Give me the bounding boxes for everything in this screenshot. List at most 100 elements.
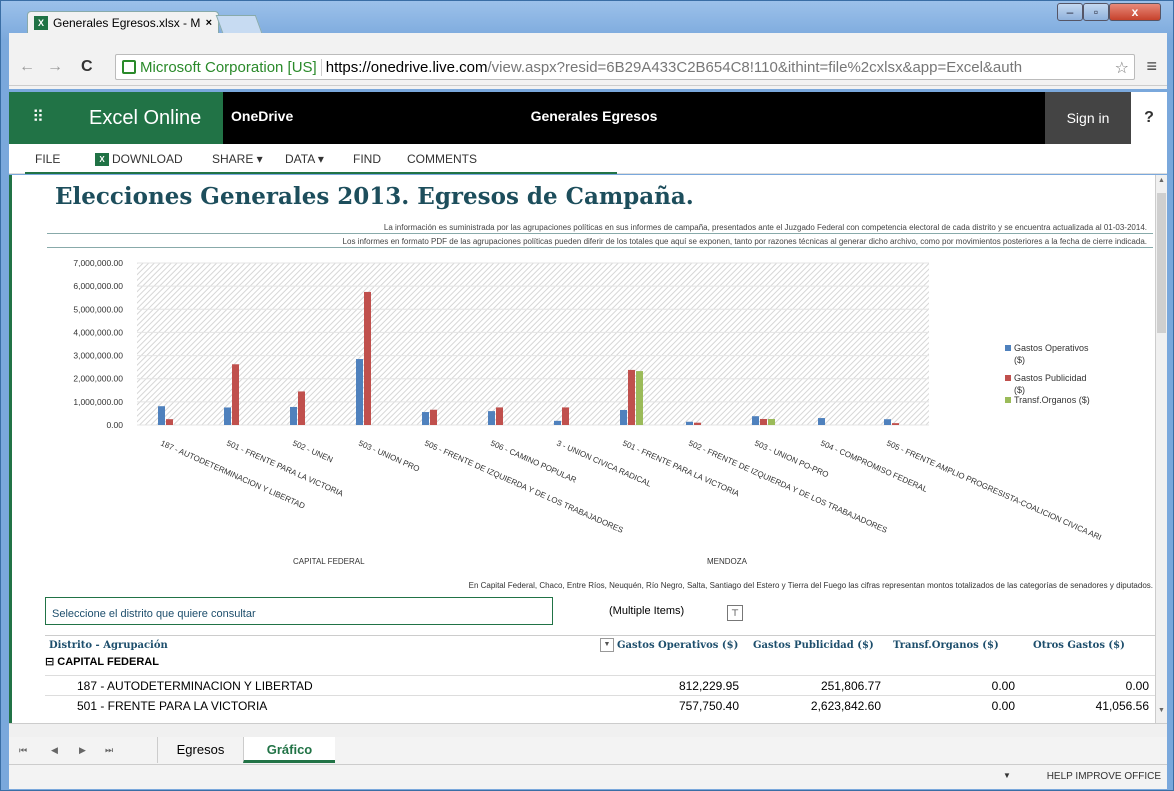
x-tick-label: 501 - FRENTE PARA LA VICTORIA (225, 439, 345, 499)
scroll-thumb[interactable] (1157, 193, 1166, 333)
table-row[interactable]: 501 - FRENTE PARA LA VICTORIA 757,750.40… (45, 695, 1155, 715)
bar (818, 418, 825, 425)
sign-in-button[interactable]: Sign in (1045, 92, 1131, 144)
y-tick-label: 3,000,000.00 (73, 351, 123, 361)
next-sheet-icon[interactable]: ▶ (79, 745, 86, 756)
divider (47, 233, 1153, 234)
region-label-capital: CAPITAL FEDERAL (293, 557, 365, 566)
bar (620, 409, 627, 425)
bar (636, 371, 643, 425)
help-button[interactable]: ? (1131, 92, 1167, 144)
bar (290, 406, 297, 425)
app-launcher-icon[interactable]: ⠿ (9, 92, 67, 144)
back-button[interactable]: ← (19, 58, 35, 76)
bar (224, 407, 231, 425)
worksheet[interactable]: Elecciones Generales 2013. Egresos de Ca… (9, 175, 1155, 723)
data-menu[interactable]: DATA ▾ (285, 152, 324, 166)
district-select-prompt[interactable]: Seleccione el distrito que quiere consul… (45, 597, 553, 625)
app-name[interactable]: Excel Online (67, 92, 223, 144)
download-label: DOWNLOAD (112, 152, 183, 166)
browser-tab[interactable]: X Generales Egresos.xlsx - M × (27, 11, 219, 33)
site-identity[interactable]: Microsoft Corporation [US] (140, 58, 322, 76)
tab-grafico[interactable]: Gráfico (243, 737, 335, 763)
last-sheet-icon[interactable]: ⏭ (105, 745, 113, 756)
maximize-button[interactable]: ▫ (1083, 3, 1109, 21)
row-label-filter-icon[interactable]: ▼ (600, 638, 614, 652)
file-menu[interactable]: FILE (35, 152, 60, 166)
address-row: ← → C Microsoft Corporation [US] https:/… (9, 50, 1167, 86)
y-tick-label: 1,000,000.00 (73, 397, 123, 407)
pdf-note: Los informes en formato PDF de las agrup… (342, 237, 1147, 246)
minimize-button[interactable]: – (1057, 3, 1083, 21)
bar (166, 419, 173, 425)
col-header-distrito: Distrito - Agrupación (49, 640, 168, 651)
bar (628, 369, 635, 425)
comments-button[interactable]: COMMENTS (407, 152, 477, 166)
egresos-chart[interactable]: 7,000,000.00 6,000,000.00 5,000,000.00 4,00… (9, 255, 1155, 565)
ribbon-underline (25, 172, 617, 174)
download-button[interactable]: X DOWNLOAD (95, 152, 183, 166)
bar (158, 406, 165, 425)
horizontal-scrollbar[interactable] (9, 723, 1167, 737)
bar (422, 412, 429, 425)
table-row[interactable]: 187 - AUTODETERMINACION Y LIBERTAD 812,2… (45, 675, 1155, 695)
reload-button[interactable]: C (81, 58, 93, 76)
prev-sheet-icon[interactable]: ◀ (51, 745, 58, 756)
help-improve-link[interactable]: HELP IMPROVE OFFICE (1047, 771, 1161, 782)
bar (356, 359, 363, 425)
col-header-publicidad: Gastos Publicidad ($) (753, 640, 874, 651)
info-note: La información es suministrada por las a… (383, 223, 1147, 232)
scroll-down-icon[interactable]: ▼ (1157, 707, 1166, 721)
y-tick-label: 7,000,000.00 (73, 258, 123, 268)
address-bar[interactable]: Microsoft Corporation [US] https://onedr… (115, 54, 1135, 80)
x-tick-label: 501 - FRENTE PARA LA VICTORIA (621, 439, 741, 499)
excel-icon: X (34, 15, 48, 30)
legend-label: ($) (1014, 355, 1025, 365)
legend-label: ($) (1014, 385, 1025, 395)
col-header-otros: Otros Gastos ($) (1033, 640, 1125, 651)
cell-otros: 0.00 (1125, 679, 1149, 693)
first-sheet-icon[interactable]: ⏮ (19, 745, 27, 756)
group-capital-federal[interactable]: ⊟ CAPITAL FEDERAL (45, 655, 159, 668)
bar (752, 416, 759, 425)
onedrive-link[interactable]: OneDrive (231, 108, 293, 124)
bar (488, 411, 495, 425)
bar (760, 418, 767, 425)
cell-operativos: 757,750.40 (678, 699, 739, 713)
bar (364, 291, 371, 425)
lock-icon (122, 60, 136, 74)
region-label-mendoza: MENDOZA (707, 557, 747, 566)
sheet-title: Elecciones Generales 2013. Egresos de Ca… (55, 183, 694, 210)
bar (694, 422, 701, 425)
legend-label: Gastos Operativos (1014, 343, 1089, 353)
share-menu[interactable]: SHARE ▾ (212, 152, 263, 166)
new-tab-button[interactable] (215, 15, 263, 33)
bar (430, 409, 437, 425)
table-header: Distrito - Agrupación ▼ Gastos Operativo… (45, 635, 1155, 655)
tab-close-icon[interactable]: × (206, 17, 212, 29)
chrome-menu-icon[interactable]: ≡ (1146, 56, 1157, 77)
col-header-operativos: Gastos Operativos ($) (617, 640, 739, 651)
footnote: En Capital Federal, Chaco, Entre Ríos, N… (468, 581, 1153, 590)
col-header-transf: Transf.Organos ($) (893, 640, 999, 651)
bar (232, 364, 239, 425)
scroll-up-icon[interactable]: ▲ (1157, 177, 1166, 191)
close-window-button[interactable]: x (1109, 3, 1161, 21)
divider (47, 247, 1153, 248)
legend-label: Transf.Organos ($) (1014, 395, 1090, 405)
x-tick-label: 502 - UNEN (291, 439, 334, 465)
filter-icon[interactable]: ⊤ (727, 605, 743, 621)
x-tick-label: 503 - UNION PRO (357, 439, 421, 474)
bookmark-star-icon[interactable]: ☆ (1115, 58, 1129, 78)
excel-download-icon: X (95, 152, 109, 166)
document-title: Generales Egresos (530, 108, 658, 124)
status-dropdown-icon[interactable]: ▼ (1003, 771, 1011, 780)
cell-publicidad: 251,806.77 (820, 679, 881, 693)
cell-operativos: 812,229.95 (678, 679, 739, 693)
x-tick-label: 504 - COMPROMISO FEDERAL (819, 439, 929, 495)
tab-egresos[interactable]: Egresos (157, 737, 243, 763)
vertical-scrollbar[interactable]: ▲ ▼ (1155, 175, 1167, 723)
cell-otros: 41,056.56 (1095, 699, 1149, 713)
forward-button[interactable]: → (47, 58, 63, 76)
find-button[interactable]: FIND (353, 152, 381, 166)
